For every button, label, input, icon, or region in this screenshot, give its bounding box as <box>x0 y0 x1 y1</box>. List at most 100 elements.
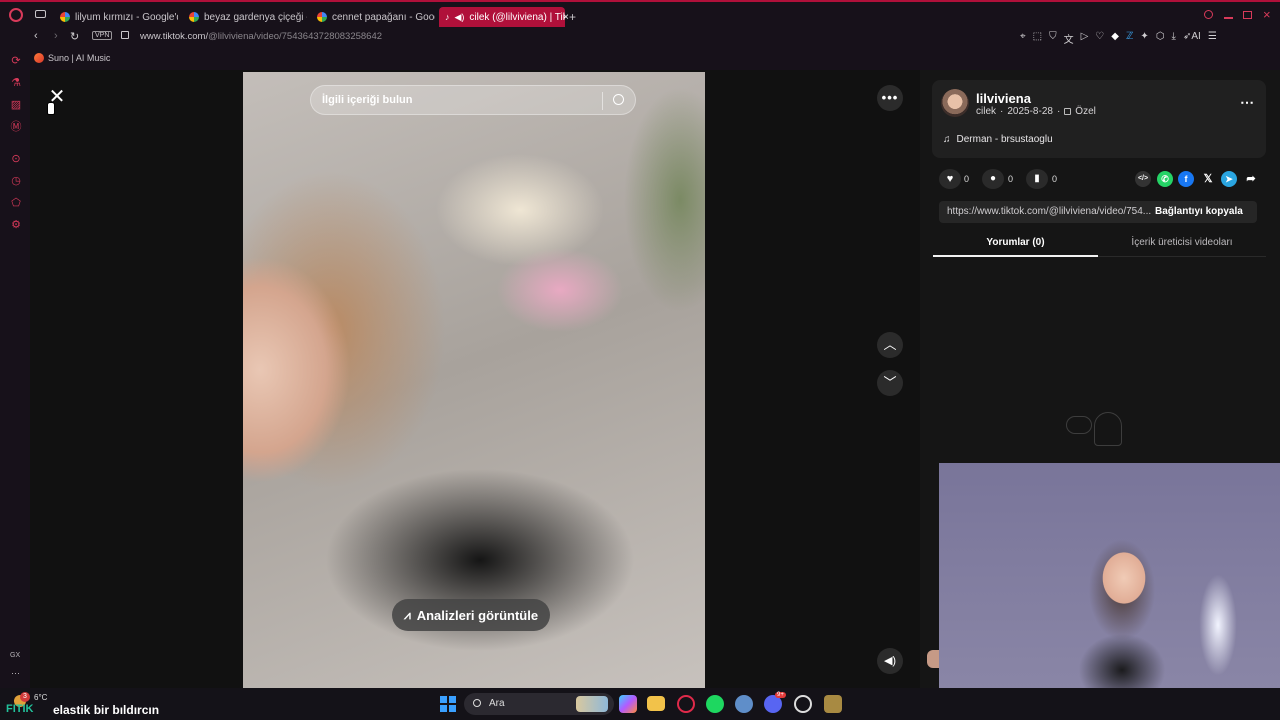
opera-logo[interactable] <box>9 8 23 22</box>
aria-ai-icon[interactable]: ➶AI <box>1183 31 1201 46</box>
reload-icon[interactable]: ↻ <box>70 30 79 43</box>
url-path: @lilviviena/video/7543643728083258642 <box>208 31 383 42</box>
address-bar: ‹ › ↻ VPN www.tiktok.com/@lilviviena/vid… <box>0 28 1280 48</box>
spotify-icon[interactable] <box>706 695 724 713</box>
tab-lilyum[interactable]: lilyum kırmızı - Google'da <box>54 7 178 27</box>
download-icon[interactable]: ⤓ <box>1172 31 1176 46</box>
history-icon[interactable]: ◷ <box>10 175 22 187</box>
save-count: 0 <box>1052 174 1058 184</box>
like-count: 0 <box>964 174 970 184</box>
opera-gx-icon[interactable] <box>677 695 695 713</box>
puzzle-icon[interactable]: ✦ <box>1140 31 1148 46</box>
favorite-icon[interactable]: ♡ <box>1095 31 1104 46</box>
tab-creator-videos-label: İçerik üreticisi videoları <box>1131 237 1233 248</box>
translate-icon[interactable]: 文 <box>1064 31 1074 46</box>
cube-icon[interactable]: ⬡ <box>1156 31 1165 46</box>
telegram-icon[interactable]: ➤ <box>1221 171 1237 187</box>
x-icon[interactable]: 𝕏 <box>1200 171 1216 187</box>
extensions-sidebar-icon[interactable]: ⬠ <box>10 197 22 209</box>
gx-corner-icon[interactable]: ⟳ <box>10 55 22 67</box>
whatsapp-icon[interactable]: ✆ <box>1157 171 1173 187</box>
lock-icon[interactable] <box>121 31 129 39</box>
post-more-icon[interactable]: ⋯ <box>1240 94 1254 111</box>
maximize-button[interactable] <box>1243 11 1252 19</box>
avatar[interactable] <box>941 89 969 117</box>
tab-comments[interactable]: Yorumlar (0) <box>933 232 1098 257</box>
tab-comments-label: Yorumlar (0) <box>986 237 1045 248</box>
share-icon[interactable]: ➦ <box>1243 171 1259 187</box>
chevron-up-icon[interactable]: ︿ <box>877 332 903 358</box>
tiktok-icon: ♪ <box>445 12 450 22</box>
steam-like-icon[interactable] <box>735 695 753 713</box>
sound-row[interactable]: ♫ Derman - brsustaoglu <box>943 134 1053 145</box>
related-search-box[interactable]: İlgili içeriği bulun <box>310 85 636 115</box>
search-icon[interactable] <box>613 94 624 105</box>
video-player[interactable] <box>243 72 705 688</box>
file-explorer-icon[interactable] <box>647 696 665 711</box>
sidebar-more-icon[interactable]: ⋯ <box>11 668 20 679</box>
marquee-text: elastik bir bıldırcın <box>53 703 160 717</box>
lock-icon <box>1064 108 1072 115</box>
close-window-button[interactable]: × <box>1263 7 1271 22</box>
copilot-icon[interactable] <box>619 695 637 713</box>
comment-button[interactable]: ● <box>982 169 1004 189</box>
search-tabs-icon[interactable] <box>1204 10 1213 19</box>
url-input[interactable]: www.tiktok.com/@lilviviena/video/7543643… <box>140 31 382 42</box>
new-tab-button[interactable]: + <box>566 7 580 27</box>
league-icon[interactable] <box>824 695 842 713</box>
obs-icon[interactable] <box>794 695 812 713</box>
taskbar-search[interactable]: Ara <box>464 693 614 715</box>
google-icon <box>317 12 327 22</box>
heart-icon: ♥ <box>946 173 954 185</box>
pin-icon[interactable]: ⌖ <box>1020 31 1026 46</box>
vpn-badge[interactable]: VPN <box>92 31 113 40</box>
snapshot-icon[interactable]: ⬚ <box>1033 31 1042 46</box>
like-button[interactable]: ♥ <box>939 169 961 189</box>
play-icon[interactable]: ▷ <box>1081 31 1089 46</box>
opera-sidebar: ⟳ ⚗ ▨ Ⓜ ⊙ ◷ ⬠ ⚙ GX ⋯ <box>0 48 30 688</box>
tab-label: cilek (@lilviviena) | Tik <box>469 11 565 23</box>
link-value[interactable]: https://www.tiktok.com/@lilviviena/video… <box>947 206 1152 217</box>
facebook-icon[interactable]: f <box>1178 171 1194 187</box>
windows-start-icon[interactable] <box>440 696 456 712</box>
easy-setup-icon[interactable]: ☰ <box>1208 31 1217 46</box>
username[interactable]: lilviviena <box>976 91 1031 106</box>
post-date: 2025-8-28 <box>1007 106 1053 117</box>
twitch-icon[interactable]: ▨ <box>10 99 22 111</box>
tab-gardenya[interactable]: beyaz gardenya çiçeği - G <box>183 7 307 27</box>
google-icon <box>60 12 70 22</box>
forward-icon[interactable]: › <box>54 30 58 42</box>
empty-comments-illustration <box>1066 412 1132 450</box>
bookmark-label: Suno | AI Music <box>48 53 111 63</box>
tab-tiktok[interactable]: ♪ ◀) cilek (@lilviviena) | Tik <box>439 7 565 27</box>
back-icon[interactable]: ‹ <box>34 30 38 42</box>
avatar-peek <box>927 650 939 668</box>
gx-control-icon[interactable]: ⚗ <box>10 77 22 89</box>
tab-cennet[interactable]: cennet papağanı - Google <box>311 7 435 27</box>
tab-bar-menu-icon[interactable] <box>35 10 46 18</box>
more-icon[interactable]: ••• <box>877 85 903 111</box>
search-input[interactable]: İlgili içeriği bulun <box>322 94 412 106</box>
messenger-icon[interactable]: Ⓜ <box>10 121 22 133</box>
save-button[interactable]: ▮ <box>1026 169 1048 189</box>
shield-icon[interactable]: ⛉ <box>1049 31 1057 46</box>
bookmarks-bar: Suno | AI Music <box>0 48 1280 70</box>
copy-link-button[interactable]: Bağlantıyı kopyala <box>1155 206 1243 217</box>
tab-creator-videos[interactable]: İçerik üreticisi videoları <box>1098 232 1266 257</box>
minimize-button[interactable] <box>1224 17 1233 19</box>
bookmark-suno[interactable]: Suno | AI Music <box>34 53 110 63</box>
view-analytics-button[interactable]: ⩘ Analizleri görüntüle <box>392 599 550 631</box>
weather-widget[interactable]: 3 6°C FITIK elastik bir bıldırcın <box>4 692 164 717</box>
gx-label[interactable]: GX <box>10 652 20 659</box>
chevron-down-icon[interactable]: ﹀ <box>877 370 903 396</box>
player-icon[interactable]: ⊙ <box>10 153 22 165</box>
taskbar-search-label: Ara <box>489 698 505 709</box>
volume-icon[interactable]: ◀) <box>877 648 903 674</box>
tab-label: beyaz gardenya çiçeği - G <box>204 11 307 23</box>
display-name: cilek <box>976 106 997 117</box>
embed-icon[interactable]: </> <box>1135 171 1151 187</box>
extension-translate-icon[interactable]: ℤ <box>1126 31 1133 46</box>
extension-icon[interactable]: ◆ <box>1111 31 1119 46</box>
settings-icon[interactable]: ⚙ <box>10 219 22 231</box>
notification-badge: 3 <box>20 692 30 702</box>
